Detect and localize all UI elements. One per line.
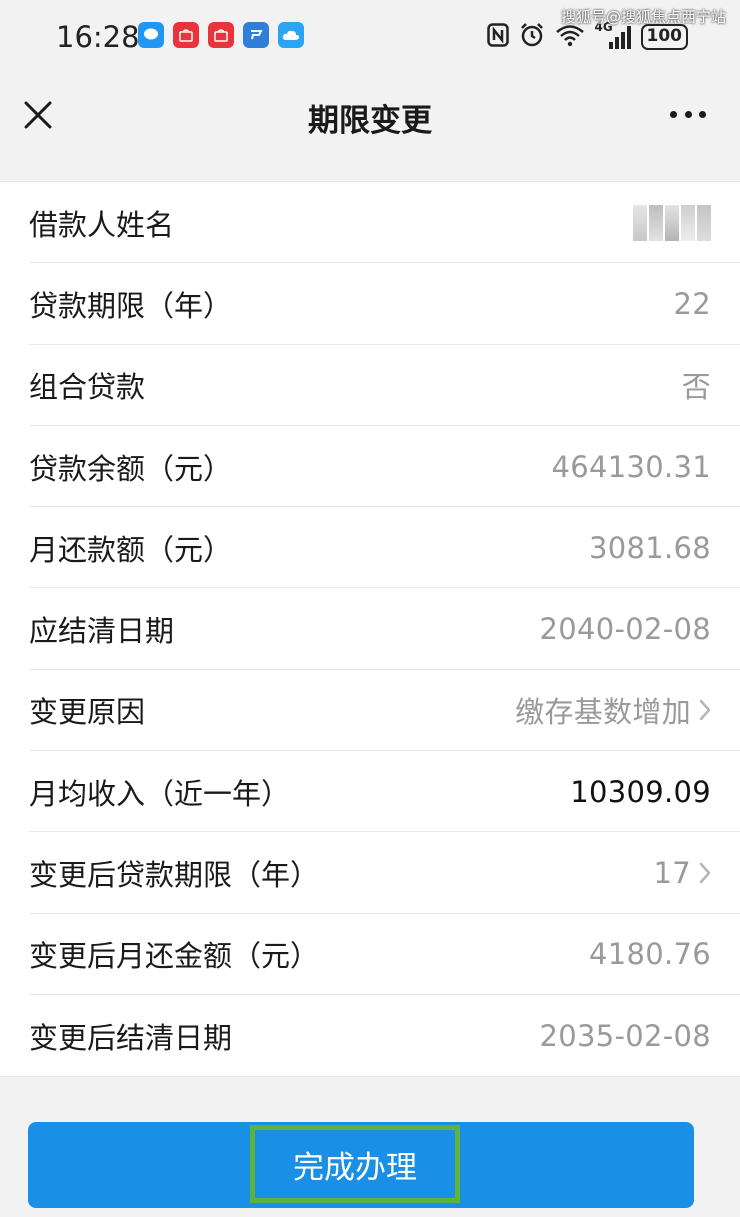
row-value: 2040-02-08 xyxy=(539,612,711,647)
messages-icon xyxy=(138,22,164,48)
row-monthly-payment: 月还款额（元） 3081.68 xyxy=(0,507,740,589)
mosaic-block xyxy=(633,204,647,241)
row-loan-term: 贷款期限（年） 22 xyxy=(0,263,740,345)
action-area: 完成办理 xyxy=(0,1077,740,1217)
row-value: 3081.68 xyxy=(588,530,711,565)
row-label: 应结清日期 xyxy=(29,614,175,649)
page-title: 期限变更 xyxy=(308,103,432,139)
row-label: 月还款额（元） xyxy=(29,532,233,567)
chevron-right-icon xyxy=(699,700,711,721)
huawei-mall-icon xyxy=(173,22,199,48)
row-value: 10309.09 xyxy=(570,774,711,809)
row-loan-balance: 贷款余额（元） 464130.31 xyxy=(0,426,740,508)
browser-icon xyxy=(243,22,269,48)
nfc-icon xyxy=(486,23,509,51)
complete-button-label: 完成办理 xyxy=(250,1125,460,1203)
mosaic-block xyxy=(697,204,711,241)
row-label: 月均收入（近一年） xyxy=(29,776,291,811)
complete-button[interactable]: 完成办理 xyxy=(28,1122,694,1208)
row-due-date: 应结清日期 2040-02-08 xyxy=(0,588,740,671)
status-bar: 16:28 4G 100 搜狐号@搜狐焦点西宁站 xyxy=(0,0,740,75)
watermark: 搜狐号@搜狐焦点西宁站 xyxy=(560,8,726,26)
change-reason-select[interactable]: 缴存基数增加 xyxy=(515,689,711,731)
row-label: 借款人姓名 xyxy=(29,207,175,242)
more-dot xyxy=(699,110,706,118)
wifi-icon xyxy=(555,23,585,51)
alarm-icon xyxy=(519,22,545,52)
nav-bar: 期限变更 xyxy=(0,75,740,161)
row-label: 贷款余额（元） xyxy=(29,451,233,486)
row-combined-loan: 组合贷款 否 xyxy=(0,345,740,427)
mosaic-block xyxy=(649,204,663,241)
status-time: 16:28 xyxy=(56,20,140,54)
row-label: 变更后贷款期限（年） xyxy=(29,858,320,893)
row-value: 缴存基数增加 xyxy=(515,695,691,730)
huawei-mall-icon xyxy=(208,22,234,48)
cloud-icon xyxy=(278,22,304,48)
more-dot xyxy=(670,110,677,118)
notification-icons xyxy=(138,22,304,48)
row-label: 变更原因 xyxy=(29,695,146,730)
chevron-right-icon xyxy=(699,862,711,884)
row-value: 否 xyxy=(681,370,711,405)
row-label: 贷款期限（年） xyxy=(29,288,233,323)
signal-icon: 4G xyxy=(595,20,631,50)
row-change-reason[interactable]: 变更原因 缴存基数增加 xyxy=(0,670,740,752)
row-value: 22 xyxy=(673,286,711,321)
battery-indicator: 100 xyxy=(640,24,688,50)
new-term-select[interactable]: 17 xyxy=(653,856,711,890)
row-avg-income: 月均收入（近一年） 10309.09 xyxy=(0,751,740,833)
row-value: 2035-02-08 xyxy=(539,1018,711,1053)
row-value: 464130.31 xyxy=(551,449,711,484)
row-label: 变更后结清日期 xyxy=(29,1020,233,1055)
masked-name xyxy=(633,204,711,241)
loan-info-list: 借款人姓名 贷款期限（年） 22 组合贷款 否 贷款余额（元） 464130.3… xyxy=(0,181,740,1078)
row-borrower-name: 借款人姓名 xyxy=(0,182,740,264)
more-dot xyxy=(684,110,692,118)
row-label: 变更后月还金额（元） xyxy=(29,939,320,974)
row-value: 4180.76 xyxy=(588,937,711,972)
more-icon[interactable] xyxy=(670,107,706,121)
row-new-due-date: 变更后结清日期 2035-02-08 xyxy=(0,995,740,1076)
row-value: 17 xyxy=(653,856,691,891)
row-new-term[interactable]: 变更后贷款期限（年） 17 xyxy=(0,832,740,914)
row-label: 组合贷款 xyxy=(29,370,146,405)
mosaic-block xyxy=(681,204,695,241)
mosaic-block xyxy=(665,204,679,241)
row-new-monthly-payment: 变更后月还金额（元） 4180.76 xyxy=(0,914,740,996)
